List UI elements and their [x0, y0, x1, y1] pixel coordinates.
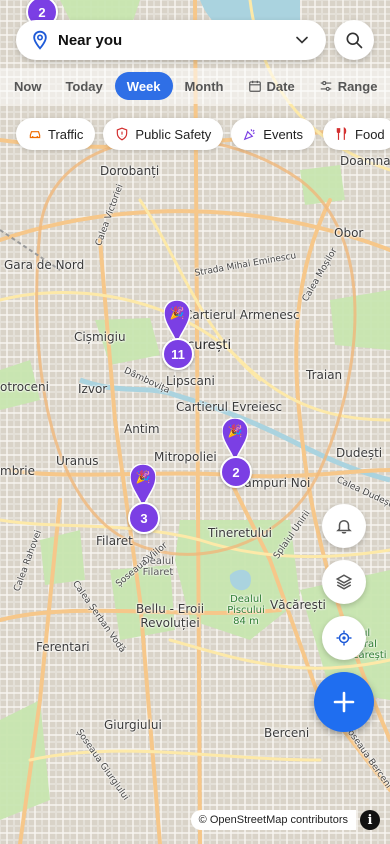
map-label-giurgiului: Giurgiului: [104, 718, 162, 732]
map-label-ferentari: Ferentari: [36, 640, 90, 654]
map-label-dudesti: Dudești: [336, 446, 383, 460]
chip-events[interactable]: Events: [231, 118, 316, 150]
map-label-antim: Antim: [124, 422, 160, 436]
plus-icon: [333, 691, 355, 713]
tab-range[interactable]: Range: [307, 72, 390, 100]
tab-today[interactable]: Today: [53, 72, 114, 100]
chip-label: Food: [355, 126, 385, 142]
map-label-lipscani: Lipscani: [166, 374, 215, 388]
tab-month[interactable]: Month: [173, 72, 236, 100]
map-label-uranus: Uranus: [56, 454, 99, 468]
time-filter-tabs: Now Today Week Month Date Range: [0, 68, 390, 104]
map-label-bellu: Bellu - Eroii Revoluției: [135, 602, 205, 630]
car-icon: [29, 131, 41, 139]
tab-label: Range: [337, 78, 378, 94]
map-label-izvor: Izvor: [78, 382, 108, 396]
map-label-armenesc: Cartierul Armenesc: [184, 308, 300, 322]
search-icon: [346, 32, 363, 49]
chip-label: Traffic: [48, 126, 84, 142]
map-attribution[interactable]: © OpenStreetMap contributors: [190, 810, 356, 830]
map-label-dealul-piscului: Dealul Piscului 84 m: [227, 594, 265, 627]
location-selector[interactable]: Near you: [16, 20, 326, 60]
calendar-icon: [248, 80, 261, 92]
tab-date[interactable]: Date: [236, 72, 307, 100]
info-icon[interactable]: i: [360, 810, 380, 830]
map-label-traian: Traian: [306, 368, 343, 382]
event-marker-cluster[interactable]: 🎉 11: [162, 300, 194, 370]
tab-label: Today: [65, 78, 103, 94]
locate-me-button[interactable]: [322, 616, 366, 660]
chip-label: Public Safety: [135, 126, 212, 142]
map-label-vacaresti: Văcărești: [270, 598, 326, 612]
event-marker-cluster[interactable]: 2: [26, 0, 58, 28]
marker-count: 3: [128, 502, 160, 534]
shield-icon: [117, 127, 128, 141]
crosshair-icon: [336, 630, 352, 646]
map-label-tineretului: Tineretului: [208, 526, 272, 540]
notifications-button[interactable]: [322, 504, 366, 548]
chip-food[interactable]: Food: [323, 118, 390, 150]
layers-button[interactable]: [322, 560, 366, 604]
category-chips: Traffic Public Safety Events Food: [16, 118, 390, 150]
search-button[interactable]: [334, 20, 374, 60]
map-label-berceni: Berceni: [264, 726, 310, 740]
party-popper-icon: [244, 129, 256, 141]
map-label-imbrie: mbrie: [0, 464, 35, 478]
svg-text:🎉: 🎉: [228, 424, 243, 438]
fork-knife-icon: [336, 127, 347, 140]
map-label-mitropoliei: Mitropoliei: [154, 450, 217, 464]
map-label-cismigiu: Cișmigiu: [74, 330, 126, 344]
map-label-dorobanti: Dorobanți: [100, 164, 160, 178]
tab-label: Date: [266, 78, 295, 94]
marker-count: 2: [220, 456, 252, 488]
add-report-button[interactable]: [314, 672, 374, 732]
tab-now[interactable]: Now: [2, 72, 53, 100]
chip-traffic[interactable]: Traffic: [16, 118, 96, 150]
map-label-doamna: Doamna: [340, 154, 390, 168]
location-pin-icon: [33, 30, 47, 50]
marker-count: 11: [162, 338, 194, 370]
svg-text:🎉: 🎉: [170, 306, 185, 320]
map-label-rotroceni: otroceni: [0, 380, 49, 394]
layers-icon: [335, 574, 353, 590]
chevron-down-icon: [296, 36, 308, 44]
sliders-icon: [320, 81, 331, 91]
map-label-gara: Gara de Nord: [4, 258, 85, 272]
map-label-obor: Obor: [334, 226, 364, 240]
chip-public-safety[interactable]: Public Safety: [103, 118, 224, 150]
tab-label: Now: [14, 78, 42, 94]
event-marker-cluster[interactable]: 🎉 3: [128, 464, 160, 534]
map-label-filaret: Filaret: [96, 534, 133, 548]
event-marker-cluster[interactable]: 🎉 2: [220, 418, 252, 488]
map-label-evreiesc: Cartierul Evreiesc: [176, 400, 283, 414]
chip-label: Events: [263, 126, 304, 142]
location-label: Near you: [58, 31, 123, 49]
svg-text:🎉: 🎉: [136, 470, 151, 484]
tab-label: Month: [184, 78, 224, 94]
tab-week[interactable]: Week: [114, 72, 173, 100]
tab-label: Week: [126, 78, 161, 94]
bell-icon: [336, 519, 352, 534]
